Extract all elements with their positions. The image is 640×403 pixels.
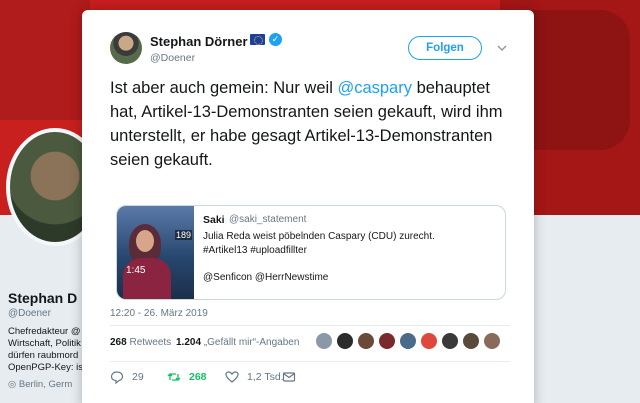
like-button[interactable]: 1,2 Tsd. (225, 370, 284, 384)
profile-handle: @Doener (8, 308, 51, 319)
quoted-tweet[interactable]: 189 1:45 Saki @saki_statement Julia Reda… (116, 205, 506, 300)
liker-avatar[interactable] (336, 332, 354, 350)
like-label: „Gefällt mir“-Angaben (203, 337, 300, 348)
quoted-author-handle: @saki_statement (229, 214, 307, 225)
banner-shape (0, 0, 90, 120)
quoted-author-name: Saki (203, 214, 225, 226)
quoted-video-thumbnail[interactable]: 189 1:45 (117, 206, 194, 299)
author-name[interactable]: Stephan Dörner (150, 34, 248, 49)
liker-avatar[interactable] (483, 332, 501, 350)
liker-avatar[interactable] (315, 332, 333, 350)
author-handle[interactable]: @Doener (150, 52, 195, 64)
direct-message-button[interactable] (282, 370, 304, 384)
liker-avatars (315, 332, 510, 354)
like-action-count: 1,2 Tsd. (247, 371, 284, 383)
video-person-face (136, 230, 154, 252)
retweet-icon (167, 373, 181, 381)
quoted-text: Julia Reda weist pöbelnden Caspary (CDU)… (203, 230, 503, 284)
follow-button[interactable]: Folgen (408, 36, 482, 60)
quoted-text-line: Julia Reda weist pöbelnden Caspary (CDU)… (203, 231, 435, 242)
like-icon (225, 371, 239, 383)
video-duration: 1:45 (126, 265, 146, 276)
tweet-timestamp: 12:20 - 26. März 2019 (110, 308, 208, 319)
liker-avatar[interactable] (462, 332, 480, 350)
retweet-action-count: 268 (189, 371, 207, 383)
author-avatar[interactable] (110, 32, 142, 64)
quoted-text-line (203, 257, 503, 271)
liker-avatar[interactable] (399, 332, 417, 350)
retweet-label: Retweets (129, 337, 172, 348)
retweet-count: 268 (110, 337, 127, 348)
liker-avatar[interactable] (441, 332, 459, 350)
verified-icon: ✓ (269, 33, 282, 46)
profile-location: ◎ Berlin, Germ (8, 379, 73, 390)
profile-name[interactable]: Stephan D (8, 290, 82, 306)
mention-link[interactable]: @caspary (337, 79, 412, 97)
divider (110, 325, 510, 326)
direct-message-icon (282, 372, 296, 382)
quoted-text-line: @Senficon @HerrNewstime (203, 271, 329, 283)
like-count: 1.204 (176, 337, 202, 348)
quoted-text-line: #Artikel13 #uploadfillter (203, 244, 307, 256)
bio-line: dürfen raubmord (8, 350, 79, 361)
likes-stats[interactable]: 1.204 „Gefällt mir“-Angaben (176, 337, 299, 348)
liker-avatar[interactable] (420, 332, 438, 350)
profile-bio: Chefredakteur @ Wirtschaft, Politik dürf… (8, 326, 82, 374)
eu-flag-icon (250, 34, 265, 45)
reply-icon (110, 371, 124, 384)
reply-count: 29 (132, 371, 144, 383)
retweet-button[interactable]: 268 (167, 370, 207, 384)
profile-info: Stephan D @Doener Chefredakteur @ Wirtsc… (8, 290, 82, 390)
reply-button[interactable]: 29 (110, 370, 144, 384)
tweet-permalink-modal: Stephan Dörner ✓ @Doener Folgen Ist aber… (82, 10, 534, 403)
retweet-stats[interactable]: 268 Retweets (110, 337, 171, 348)
bio-line: Wirtschaft, Politik (8, 338, 81, 349)
bio-line: OpenPGP-Key: is (8, 362, 82, 373)
liker-avatar[interactable] (378, 332, 396, 350)
video-overlay-label: 189 (174, 230, 192, 240)
bio-line: Chefredakteur @ (8, 326, 81, 337)
divider (110, 361, 510, 362)
caret-down-icon[interactable] (496, 42, 508, 54)
tweet-text-part: Ist aber auch gemein: Nur weil (110, 79, 338, 97)
tweet-text: Ist aber auch gemein: Nur weil @caspary … (110, 76, 510, 172)
liker-avatar[interactable] (357, 332, 375, 350)
